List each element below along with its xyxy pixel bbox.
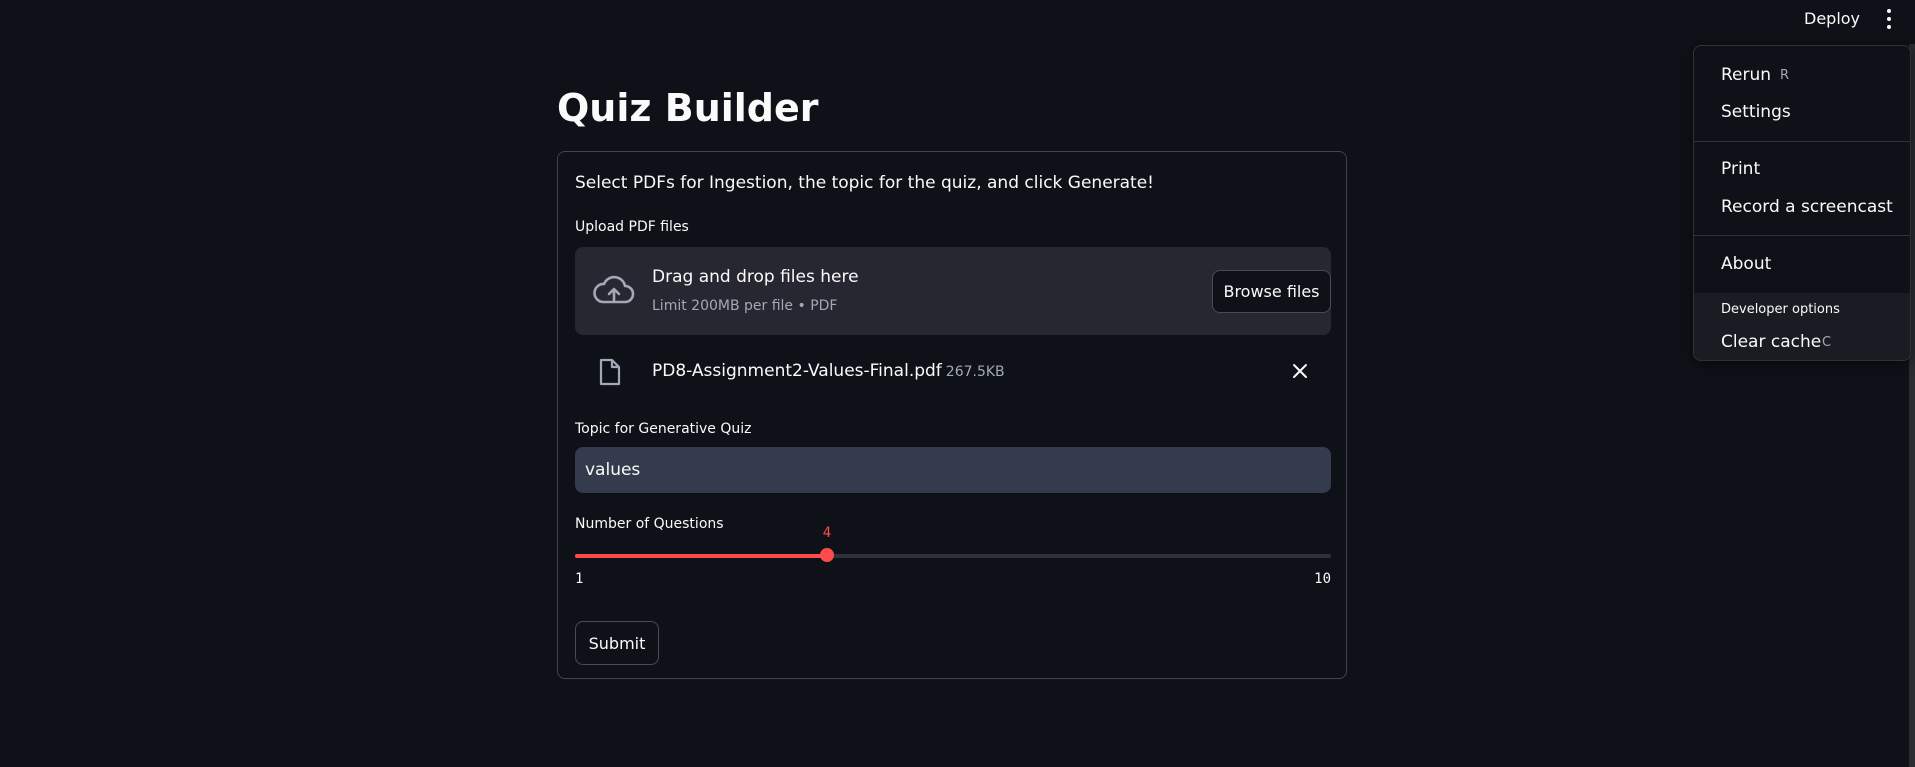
topic-input[interactable]: [575, 447, 1331, 493]
menu-item-print[interactable]: Print: [1694, 152, 1910, 186]
questions-label: Number of Questions: [575, 516, 724, 532]
developer-options-section: Developer options Clear cache C: [1694, 293, 1910, 360]
slider-value: 4: [822, 525, 832, 541]
menu-item-settings[interactable]: Settings: [1694, 95, 1910, 129]
menu-item-clear-cache[interactable]: Clear cache C: [1694, 325, 1910, 359]
questions-slider[interactable]: 4 1 10: [575, 525, 1331, 597]
dropzone-title: Drag and drop files here: [652, 267, 859, 287]
slider-min-label: 1: [575, 571, 584, 587]
topic-label: Topic for Generative Quiz: [575, 421, 752, 437]
file-name-line: PD8-Assignment2-Values-Final.pdf 267.5KB: [652, 358, 1005, 385]
file-icon: [599, 358, 621, 386]
menu-item-label: Print: [1721, 159, 1761, 179]
intro-text: Select PDFs for Ingestion, the topic for…: [575, 173, 1154, 193]
developer-options-label: Developer options: [1721, 302, 1840, 317]
main-menu: Rerun R Settings Print Record a screenca…: [1693, 45, 1911, 361]
browse-files-button[interactable]: Browse files: [1212, 270, 1331, 313]
cloud-upload-icon: [593, 275, 635, 304]
menu-item-shortcut: R: [1780, 68, 1790, 83]
close-icon[interactable]: [1292, 363, 1308, 379]
uploaded-file-row: PD8-Assignment2-Values-Final.pdf 267.5KB: [575, 348, 1331, 398]
menu-item-label: Settings: [1721, 102, 1791, 122]
slider-max-label: 10: [1314, 571, 1331, 587]
deploy-button[interactable]: Deploy: [1804, 6, 1860, 32]
menu-divider: [1694, 235, 1910, 236]
menu-item-label: Record a screencast: [1721, 197, 1893, 217]
file-size: 267.5KB: [945, 364, 1005, 380]
file-dropzone[interactable]: Drag and drop files here Limit 200MB per…: [575, 247, 1331, 335]
dropzone-subtitle: Limit 200MB per file • PDF: [652, 298, 838, 314]
menu-item-label: Rerun: [1721, 65, 1772, 85]
app-page: Deploy Quiz Builder Select PDFs for Inge…: [0, 0, 1915, 767]
menu-divider: [1694, 141, 1910, 142]
menu-item-rerun[interactable]: Rerun R: [1694, 58, 1910, 92]
upload-label: Upload PDF files: [575, 219, 689, 235]
menu-item-label: About: [1721, 254, 1772, 274]
quiz-form: Select PDFs for Ingestion, the topic for…: [557, 151, 1347, 679]
file-name: PD8-Assignment2-Values-Final.pdf: [652, 361, 942, 381]
menu-item-record-screencast[interactable]: Record a screencast: [1694, 190, 1910, 224]
slider-fill: [575, 554, 827, 558]
menu-item-shortcut: C: [1822, 335, 1832, 350]
menu-item-about[interactable]: About: [1694, 247, 1910, 281]
page-title: Quiz Builder: [557, 86, 819, 130]
submit-button[interactable]: Submit: [575, 621, 659, 665]
menu-item-label: Clear cache: [1721, 332, 1822, 352]
slider-thumb[interactable]: [820, 548, 834, 562]
kebab-vertical-icon[interactable]: [1882, 9, 1896, 29]
